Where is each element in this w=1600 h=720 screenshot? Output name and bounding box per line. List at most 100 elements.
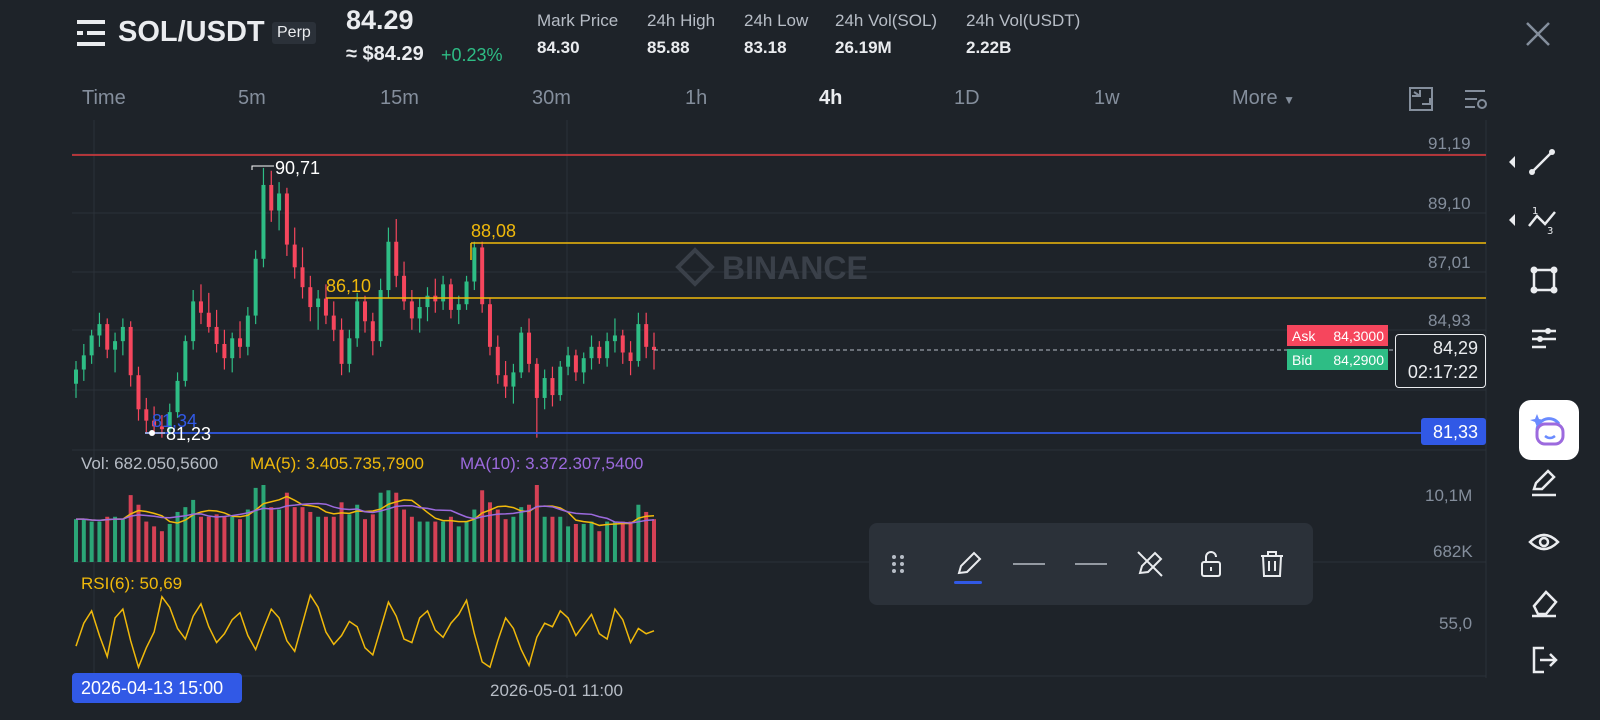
ask-tag: Ask 84,3000	[1287, 325, 1388, 346]
rsi-axis-label: 55,0	[1439, 614, 1473, 633]
usd-price: ≈ $84.29	[346, 43, 424, 65]
drag-handle-icon[interactable]	[883, 549, 913, 579]
stat-label: 24h Low	[744, 11, 809, 30]
binance-watermark: BINANCE	[675, 247, 868, 287]
volume-bar	[277, 509, 282, 562]
ma10-label: MA(10): 3.372.307,5400	[460, 454, 644, 473]
indicator-lines-icon[interactable]	[1528, 323, 1560, 355]
volume-bar	[206, 516, 211, 562]
candle-body	[519, 332, 524, 373]
menu-icon[interactable]	[77, 20, 105, 46]
bid-tag: Bid 84,2900	[1287, 349, 1388, 370]
volume-bar	[198, 516, 203, 562]
volume-bar	[394, 492, 399, 562]
volume-bar	[550, 516, 555, 562]
shape-tool-icon[interactable]	[1528, 264, 1560, 296]
volume-bar	[644, 511, 649, 562]
volume-bar	[323, 516, 328, 562]
line-width-icon[interactable]	[1073, 549, 1109, 579]
candle-body	[472, 247, 477, 282]
tab-5m[interactable]: 5m	[238, 87, 266, 110]
volume-bar	[527, 504, 532, 562]
volume-bar	[120, 519, 125, 562]
tab-1d[interactable]: 1D	[954, 87, 980, 110]
volume-bar	[300, 507, 305, 562]
volume-bar	[128, 495, 133, 562]
stat-value: 84.30	[537, 38, 580, 57]
eraser-icon[interactable]	[1528, 586, 1560, 618]
candle-body	[542, 378, 547, 398]
candle-body	[128, 326, 133, 376]
volume-bar	[113, 516, 118, 562]
volume-bar	[214, 514, 219, 562]
close-icon[interactable]	[1524, 20, 1552, 48]
tab-1h[interactable]: 1h	[685, 87, 707, 110]
layout-toggle-icon[interactable]	[1408, 86, 1434, 112]
candle-body	[261, 184, 266, 259]
yellow-line-label: 86,10	[326, 276, 372, 296]
volume-bar	[331, 516, 336, 562]
candle-body	[511, 372, 516, 387]
volume-bar	[402, 509, 407, 562]
volume-bar	[253, 487, 258, 562]
candle-body	[628, 352, 633, 362]
candle-body	[222, 343, 227, 359]
stat-label: 24h High	[647, 11, 716, 30]
expand-left-icon[interactable]	[1507, 204, 1517, 236]
volume-bar	[534, 485, 539, 562]
ai-assistant-button[interactable]	[1519, 400, 1579, 460]
expand-left-icon[interactable]	[1507, 146, 1517, 178]
contract-type-badge: Perp	[272, 22, 316, 44]
volume-bar	[292, 507, 297, 562]
exit-icon[interactable]	[1528, 644, 1560, 676]
volume-bar	[566, 526, 571, 562]
candle-body	[370, 321, 375, 342]
candle-body	[417, 307, 422, 319]
candle-body	[97, 324, 102, 336]
volume-label: Vol: 682.050,5600	[81, 454, 219, 473]
candle-body	[198, 301, 203, 313]
volume-bar	[230, 516, 235, 562]
tab-more[interactable]: More ▼	[1232, 87, 1295, 110]
volume-bar	[519, 507, 524, 562]
candle-body	[214, 326, 219, 344]
candle-body	[612, 335, 617, 342]
pencil-tool-icon[interactable]	[1528, 467, 1560, 499]
volume-bar	[409, 516, 414, 562]
trend-line-tool-icon[interactable]	[1526, 146, 1558, 178]
volume-bar	[339, 502, 344, 562]
pencil-icon[interactable]	[954, 549, 984, 579]
rsi-label: RSI(6): 50,69	[81, 574, 183, 593]
candle-body	[316, 298, 321, 308]
hide-drawing-icon[interactable]	[1135, 549, 1165, 579]
stat-label: 24h Vol(USDT)	[966, 11, 1081, 30]
eye-icon[interactable]	[1528, 526, 1560, 558]
volume-bar	[284, 492, 289, 562]
drawing-toolbar	[869, 523, 1313, 605]
chart-settings-icon[interactable]	[1463, 86, 1489, 112]
candle-body	[566, 355, 571, 367]
tab-15m[interactable]: 15m	[380, 87, 419, 110]
line-color-icon[interactable]	[1011, 549, 1047, 579]
volume-bar	[620, 521, 625, 562]
candle-body	[105, 324, 110, 350]
candle-body	[441, 284, 446, 302]
trading-pair[interactable]: SOL/USDT	[118, 16, 265, 49]
trash-icon[interactable]	[1257, 549, 1287, 579]
candle-body	[339, 329, 344, 364]
candle-body	[636, 324, 641, 362]
candle-body	[394, 241, 399, 276]
fibonacci-tool-icon[interactable]: 1 3	[1526, 204, 1558, 236]
tab-4h[interactable]: 4h	[819, 87, 842, 110]
stat-value: 2.22B	[966, 38, 1012, 57]
tab-30m[interactable]: 30m	[532, 87, 571, 110]
unlock-icon[interactable]	[1196, 549, 1226, 579]
tab-time[interactable]: Time	[82, 87, 126, 110]
volume-bar	[191, 499, 196, 562]
tab-1w[interactable]: 1w	[1094, 87, 1120, 110]
candle-body	[308, 287, 313, 308]
candle-body	[347, 338, 352, 364]
drawn-lines	[72, 154, 1486, 436]
volume-bar	[74, 519, 78, 562]
bid-value: 84,2900	[1333, 352, 1384, 368]
